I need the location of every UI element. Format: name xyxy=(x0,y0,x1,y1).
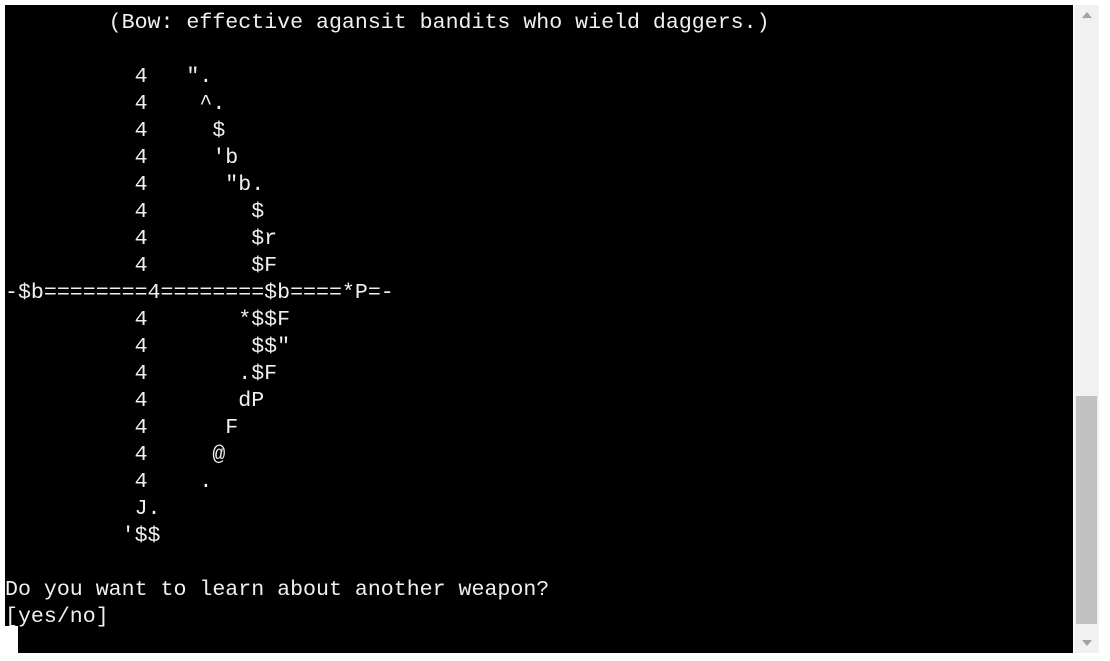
prompt-options: [yes/no] xyxy=(5,605,109,629)
output-line-weapon-note: (Bow: effective agansit bandits who wiel… xyxy=(5,11,770,35)
ascii-art-line: 4 dP xyxy=(5,389,265,413)
ascii-art-line: 4 $ xyxy=(5,200,265,224)
ascii-art-arrow-line: -$b========4========$b====*P=- xyxy=(5,281,394,305)
ascii-art-line: J. xyxy=(5,497,161,521)
scrollbar-thumb[interactable] xyxy=(1076,396,1097,624)
prompt-question: Do you want to learn about another weapo… xyxy=(5,578,550,602)
vertical-scrollbar[interactable] xyxy=(1074,5,1099,653)
ascii-art-line: 4 . xyxy=(5,470,213,494)
triangle-down-icon xyxy=(1081,640,1092,646)
ascii-art-line: 4 ". xyxy=(5,65,213,89)
text-cursor xyxy=(5,626,18,653)
ascii-art-line: 4 F xyxy=(5,416,239,440)
ascii-art-line: 4 'b xyxy=(5,146,239,170)
ascii-art-line: 4 ^. xyxy=(5,92,226,116)
triangle-up-icon xyxy=(1081,12,1092,18)
scroll-down-button[interactable] xyxy=(1074,633,1099,653)
scroll-up-button[interactable] xyxy=(1074,5,1099,25)
ascii-art-line: 4 $F xyxy=(5,254,278,278)
ascii-art-line: 4 @ xyxy=(5,443,226,467)
ascii-art-line: '$$ xyxy=(5,524,161,548)
ascii-art-line: 4 "b. xyxy=(5,173,265,197)
ascii-art-line: 4 .$F xyxy=(5,362,278,386)
ascii-art-line: 4 $ xyxy=(5,119,226,143)
ascii-art-line: 4 *$$F xyxy=(5,308,291,332)
ascii-art-line: 4 $r xyxy=(5,227,278,251)
terminal-window: (Bow: effective agansit bandits who wiel… xyxy=(0,0,1110,661)
ascii-art-line: 4 $$" xyxy=(5,335,291,359)
terminal-output[interactable]: (Bow: effective agansit bandits who wiel… xyxy=(5,5,1073,653)
